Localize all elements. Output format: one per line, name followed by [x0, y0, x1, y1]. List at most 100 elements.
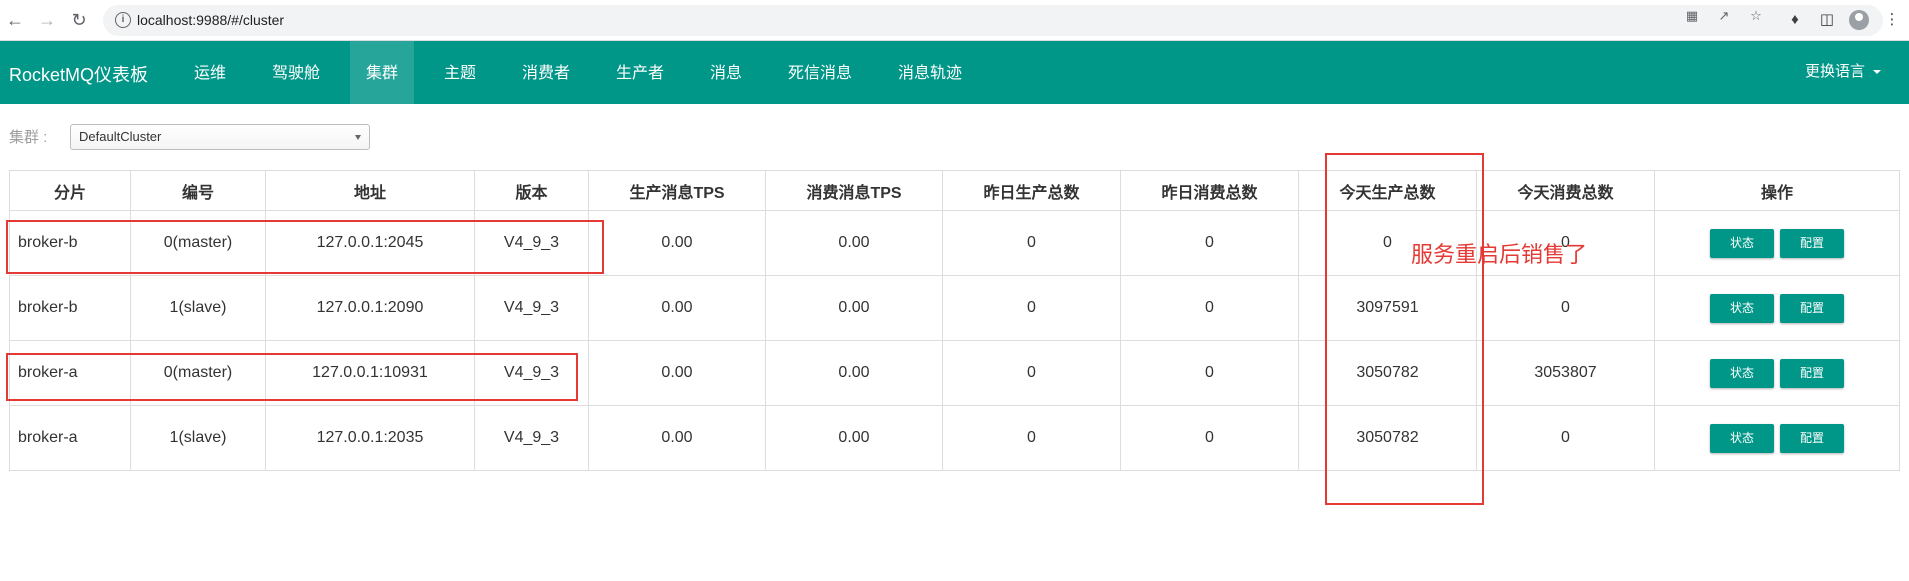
header-consume-tps: 消费消息TPS	[765, 170, 943, 211]
cell-yesterday-produce: 0	[942, 405, 1121, 471]
chevron-down-icon	[355, 135, 361, 140]
cell-yesterday-produce: 0	[942, 275, 1121, 341]
reload-icon[interactable]: ↻	[67, 8, 91, 32]
header-address: 地址	[265, 170, 475, 211]
cell-shard: broker-b	[9, 210, 131, 276]
cell-yesterday-consume: 0	[1120, 405, 1299, 471]
brand-title[interactable]: RocketMQ仪表板	[9, 61, 148, 87]
caret-down-icon	[1873, 70, 1882, 75]
profile-avatar[interactable]	[1849, 10, 1869, 30]
table-row: broker-a 0(master) 127.0.0.1:10931 V4_9_…	[9, 340, 1900, 406]
cell-produce-tps: 0.00	[588, 210, 766, 276]
share-icon[interactable]: ↗	[1716, 8, 1732, 24]
cell-id: 1(slave)	[130, 405, 266, 471]
cell-yesterday-produce: 0	[942, 340, 1121, 406]
cell-yesterday-produce: 0	[942, 210, 1121, 276]
table-row: broker-b 0(master) 127.0.0.1:2045 V4_9_3…	[9, 210, 1900, 276]
cluster-selected-value: DefaultCluster	[79, 129, 162, 144]
cell-version: V4_9_3	[474, 210, 589, 276]
cell-address: 127.0.0.1:10931	[265, 340, 475, 406]
nav-item-message[interactable]: 消息	[694, 41, 758, 104]
cell-shard: broker-b	[9, 275, 131, 341]
header-yesterday-produce: 昨日生产总数	[942, 170, 1121, 211]
cell-consume-tps: 0.00	[765, 210, 943, 276]
table-row: broker-a 1(slave) 127.0.0.1:2035 V4_9_3 …	[9, 405, 1900, 471]
cell-yesterday-consume: 0	[1120, 275, 1299, 341]
status-button[interactable]: 状态	[1710, 423, 1774, 453]
cell-address: 127.0.0.1:2045	[265, 210, 475, 276]
header-operations: 操作	[1654, 170, 1900, 211]
cell-produce-tps: 0.00	[588, 275, 766, 341]
header-produce-tps: 生产消息TPS	[588, 170, 766, 211]
address-bar[interactable]: i localhost:9988/#/cluster	[103, 5, 1883, 36]
extensions-icon[interactable]: ♦	[1784, 9, 1806, 31]
config-button[interactable]: 配置	[1780, 423, 1844, 453]
status-button[interactable]: 状态	[1710, 358, 1774, 388]
nav-item-cluster[interactable]: 集群	[350, 41, 415, 104]
cell-id: 1(slave)	[130, 275, 266, 341]
cell-today-produce: 3097591	[1298, 275, 1477, 341]
cell-address: 127.0.0.1:2090	[265, 275, 475, 341]
cell-shard: broker-a	[9, 340, 131, 406]
nav-item-dlq-message[interactable]: 死信消息	[772, 41, 868, 104]
nav-item-consumer[interactable]: 消费者	[506, 41, 586, 104]
language-dropdown[interactable]: 更换语言	[1805, 60, 1882, 81]
cell-operations: 状态 配置	[1654, 210, 1900, 276]
cell-yesterday-consume: 0	[1120, 210, 1299, 276]
back-icon[interactable]: ←	[3, 8, 27, 32]
config-button[interactable]: 配置	[1780, 228, 1844, 258]
cell-address: 127.0.0.1:2035	[265, 405, 475, 471]
cell-operations: 状态 配置	[1654, 340, 1900, 406]
broker-table: 分片 编号 地址 版本 生产消息TPS 消费消息TPS 昨日生产总数 昨日消费总…	[9, 170, 1900, 471]
cell-yesterday-consume: 0	[1120, 340, 1299, 406]
cell-consume-tps: 0.00	[765, 405, 943, 471]
site-info-icon[interactable]: i	[115, 12, 131, 28]
cell-today-consume: 0	[1476, 275, 1655, 341]
header-version: 版本	[474, 170, 589, 211]
nav-item-dashboard[interactable]: 驾驶舱	[256, 41, 336, 104]
nav-item-message-trace[interactable]: 消息轨迹	[882, 41, 978, 104]
cell-consume-tps: 0.00	[765, 275, 943, 341]
cell-today-produce: 3050782	[1298, 405, 1477, 471]
language-label: 更换语言	[1805, 63, 1866, 80]
cell-produce-tps: 0.00	[588, 340, 766, 406]
cell-version: V4_9_3	[474, 340, 589, 406]
header-id: 编号	[130, 170, 266, 211]
cell-operations: 状态 配置	[1654, 405, 1900, 471]
cell-today-consume: 3053807	[1476, 340, 1655, 406]
menu-kebab-icon[interactable]: ⋮	[1881, 9, 1903, 31]
table-row: broker-b 1(slave) 127.0.0.1:2090 V4_9_3 …	[9, 275, 1900, 341]
app-navbar: RocketMQ仪表板 运维 驾驶舱 集群 主题 消费者 生产者 消息 死信消息…	[0, 41, 1909, 104]
status-button[interactable]: 状态	[1710, 293, 1774, 323]
bookmark-star-icon[interactable]: ☆	[1748, 8, 1764, 24]
cell-produce-tps: 0.00	[588, 405, 766, 471]
cell-consume-tps: 0.00	[765, 340, 943, 406]
browser-toolbar: ← → ↻ i localhost:9988/#/cluster ▦ ↗ ☆ ♦…	[0, 0, 1909, 41]
config-button[interactable]: 配置	[1780, 358, 1844, 388]
cell-version: V4_9_3	[474, 405, 589, 471]
cell-version: V4_9_3	[474, 275, 589, 341]
url-text: localhost:9988/#/cluster	[137, 12, 285, 28]
nav-item-ops[interactable]: 运维	[178, 41, 242, 104]
config-button[interactable]: 配置	[1780, 293, 1844, 323]
status-button[interactable]: 状态	[1710, 228, 1774, 258]
table-header-row: 分片 编号 地址 版本 生产消息TPS 消费消息TPS 昨日生产总数 昨日消费总…	[9, 170, 1900, 211]
cell-today-consume: 0	[1476, 405, 1655, 471]
header-today-produce: 今天生产总数	[1298, 170, 1477, 211]
forward-icon[interactable]: →	[35, 8, 59, 32]
annotation-note: 服务重启后销售了	[1411, 243, 1588, 268]
cell-operations: 状态 配置	[1654, 275, 1900, 341]
cluster-select[interactable]: DefaultCluster	[70, 124, 370, 150]
nav-item-producer[interactable]: 生产者	[600, 41, 680, 104]
header-yesterday-consume: 昨日消费总数	[1120, 170, 1299, 211]
header-today-consume: 今天消费总数	[1476, 170, 1655, 211]
cell-id: 0(master)	[130, 210, 266, 276]
cell-today-produce: 3050782	[1298, 340, 1477, 406]
cluster-label: 集群 :	[9, 129, 48, 146]
header-shard: 分片	[9, 170, 131, 211]
nav-item-topic[interactable]: 主题	[428, 41, 492, 104]
side-panel-icon[interactable]: ◫	[1816, 9, 1838, 31]
cell-shard: broker-a	[9, 405, 131, 471]
cell-id: 0(master)	[130, 340, 266, 406]
translate-icon[interactable]: ▦	[1684, 8, 1700, 24]
